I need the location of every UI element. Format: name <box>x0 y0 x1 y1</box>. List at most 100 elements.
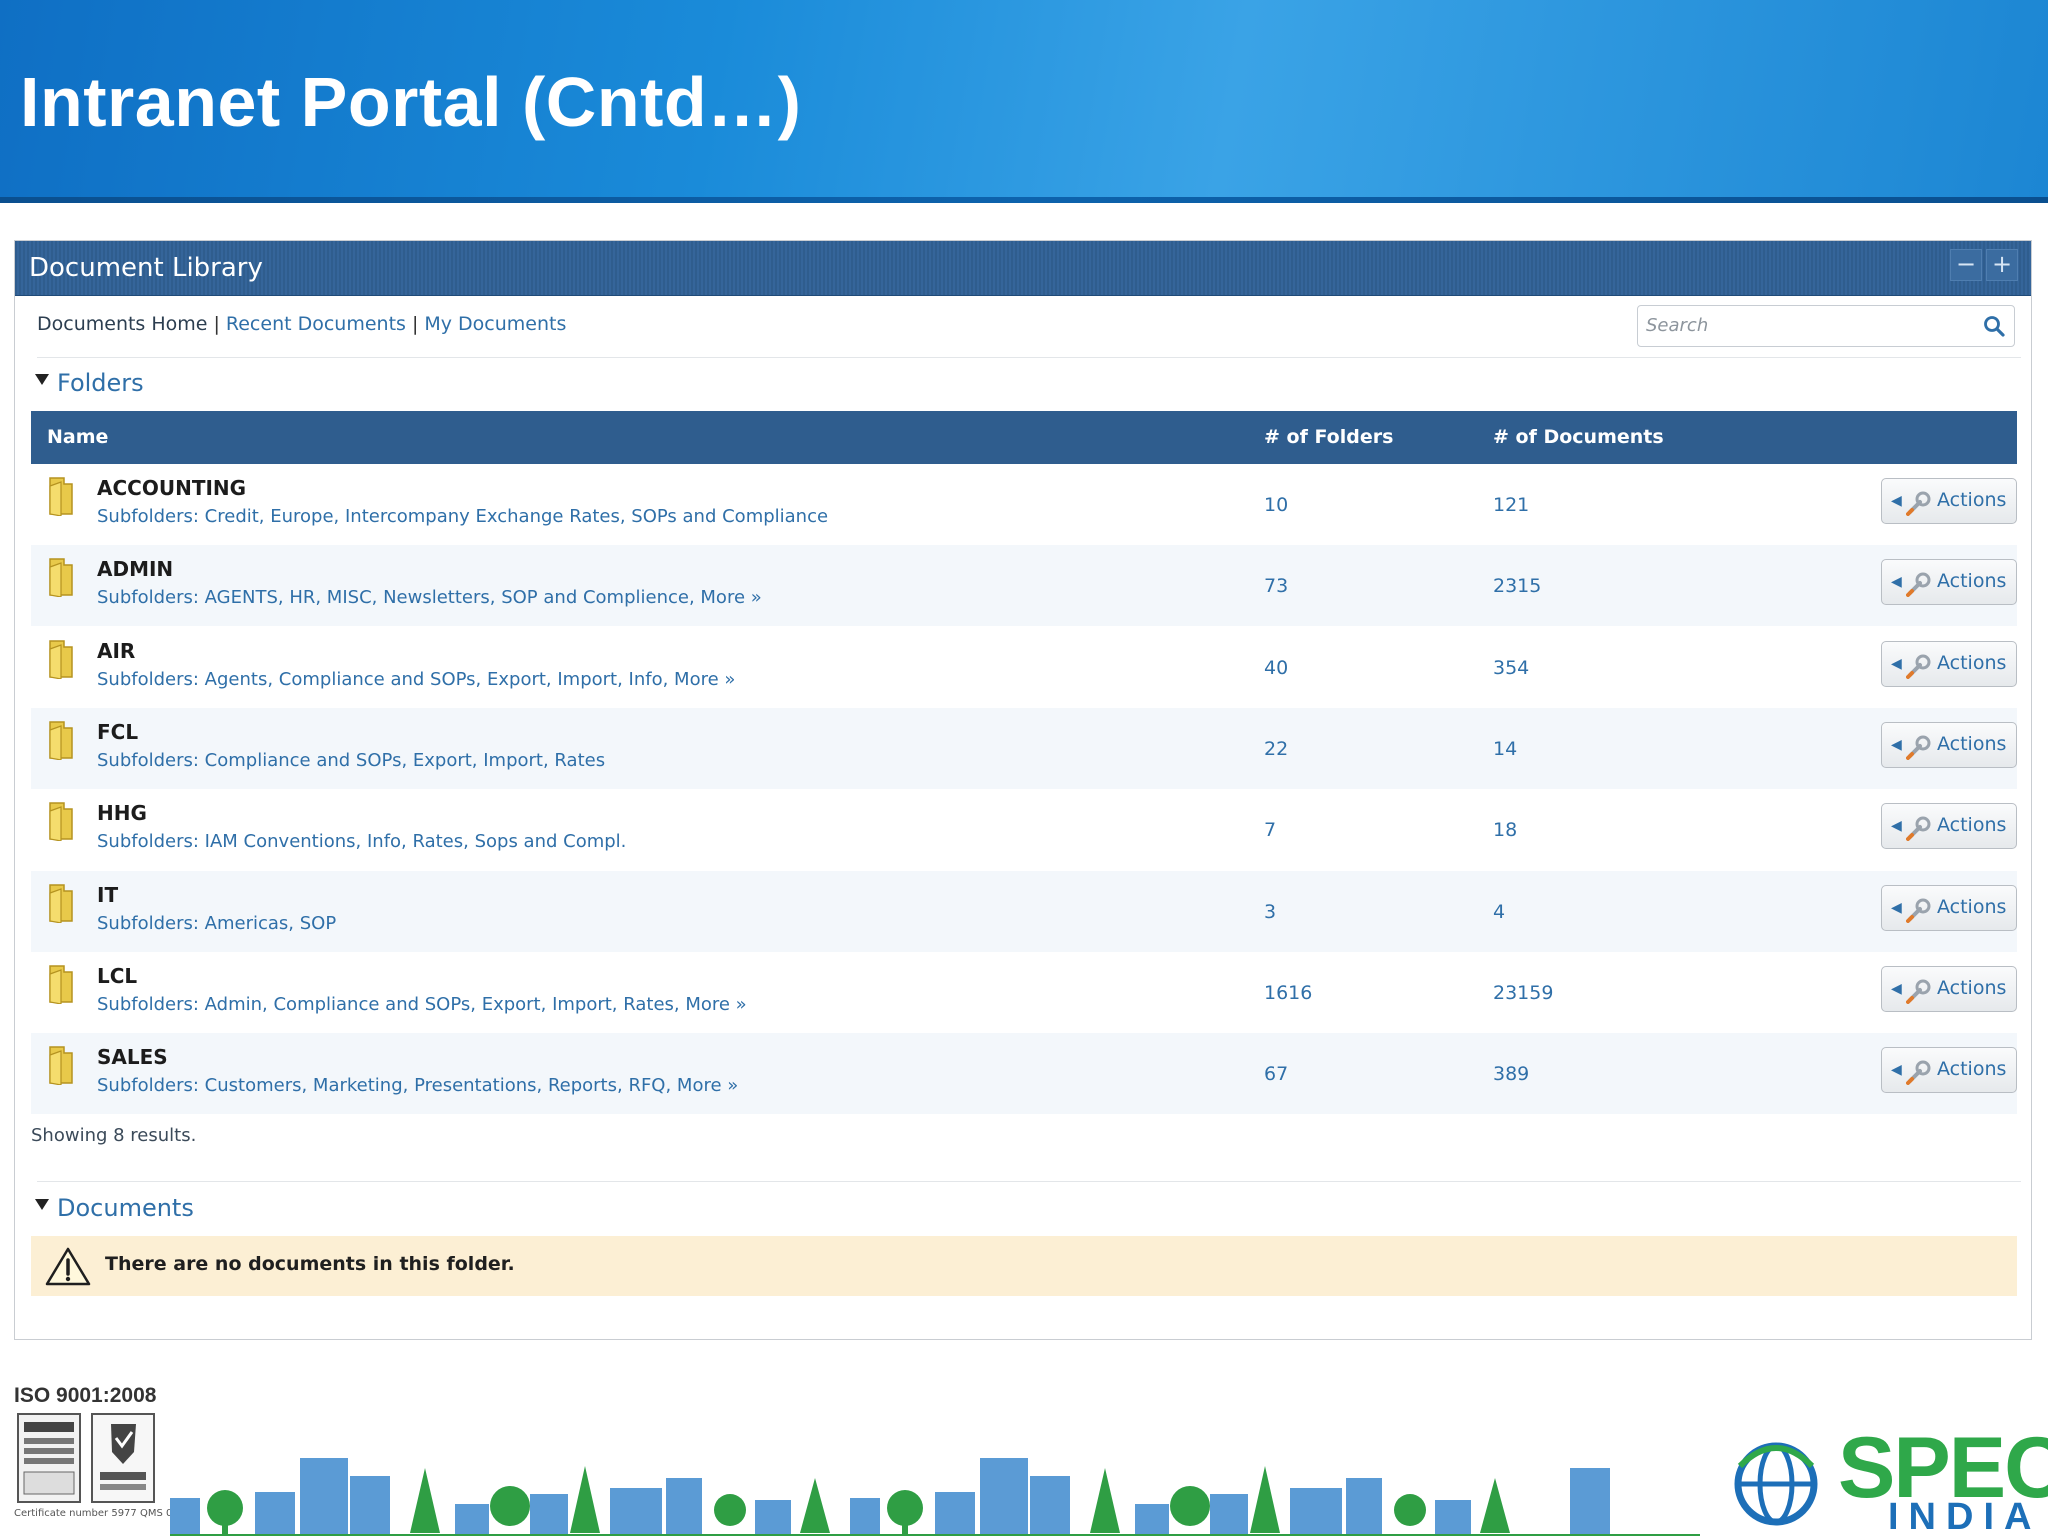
subfolders-list[interactable]: Subfolders: Agents, Compliance and SOPs,… <box>97 669 735 690</box>
actions-button[interactable]: ◀ Actions <box>1881 559 2017 606</box>
nav-separator: | <box>411 313 419 335</box>
folder-name-link[interactable]: LCL <box>97 964 137 988</box>
document-count: 389 <box>1493 1063 1530 1086</box>
subfolders-list[interactable]: Subfolders: Americas, SOP <box>97 913 336 934</box>
caret-left-icon: ◀ <box>1891 818 1902 835</box>
folder-icon <box>49 639 73 679</box>
folder-icon <box>49 965 73 1004</box>
folders-section-toggle[interactable]: Folders <box>35 369 144 397</box>
column-header-name[interactable]: Name <box>47 426 108 448</box>
folder-name-link[interactable]: FCL <box>97 720 138 744</box>
folder-count: 67 <box>1264 1063 1289 1086</box>
empty-folder-message: There are no documents in this folder. <box>105 1253 515 1275</box>
folder-icon <box>49 1046 73 1086</box>
subfolders-list[interactable]: Subfolders: IAM Conventions, Info, Rates… <box>97 831 626 852</box>
slide-footer: ISO 9001:2008 Certificate number 5977 QM… <box>0 1376 2048 1538</box>
caret-left-icon: ◀ <box>1891 980 1902 997</box>
wrench-icon <box>1906 898 1931 923</box>
actions-button[interactable]: ◀ Actions <box>1881 803 2017 850</box>
column-header-folders[interactable]: # of Folders <box>1264 426 1393 448</box>
caret-left-icon: ◀ <box>1891 1062 1902 1079</box>
subfolders-list[interactable]: Subfolders: Compliance and SOPs, Export,… <box>97 750 605 771</box>
folder-name-link[interactable]: AIR <box>97 639 135 663</box>
caret-left-icon: ◀ <box>1891 736 1902 753</box>
document-count: 18 <box>1493 819 1518 842</box>
table-row[interactable]: FCL Subfolders: Compliance and SOPs, Expo… <box>31 707 2017 789</box>
document-count: 23159 <box>1493 981 1554 1004</box>
actions-label: Actions <box>1937 976 2007 999</box>
column-header-documents[interactable]: # of Documents <box>1493 426 1664 448</box>
folder-name-link[interactable]: IT <box>97 883 118 907</box>
caret-left-icon: ◀ <box>1891 899 1902 916</box>
actions-label: Actions <box>1937 489 2007 511</box>
nav-separator: | <box>213 313 220 335</box>
document-count: 2315 <box>1493 575 1542 598</box>
folder-icon <box>49 477 73 516</box>
table-row[interactable]: HHG Subfolders: IAM Conventions, Info, Ra… <box>31 789 2017 870</box>
collapse-triangle-icon <box>35 1199 49 1210</box>
wrench-icon <box>1906 816 1931 842</box>
actions-button[interactable]: ◀ Actions <box>1881 640 2017 687</box>
certificate-number: Certificate number 5977 QMS 001 <box>14 1508 186 1519</box>
subfolders-list[interactable]: Subfolders: Customers, Marketing, Presen… <box>97 1075 738 1096</box>
actions-button[interactable]: ◀ Actions <box>1881 478 2017 524</box>
folder-name-link[interactable]: HHG <box>97 801 147 825</box>
brand-logo-subtext: INDIA <box>1888 1496 2042 1538</box>
subfolders-list[interactable]: Subfolders: Admin, Compliance and SOPs, … <box>97 994 747 1015</box>
subfolders-list[interactable]: Subfolders: Credit, Europe, Intercompany… <box>97 506 828 527</box>
collapse-triangle-icon <box>35 374 49 385</box>
table-row[interactable]: ACCOUNTING Subfolders: Credit, Europe, In… <box>31 464 2017 545</box>
documents-section-toggle[interactable]: Documents <box>35 1194 194 1222</box>
folder-name-link[interactable]: ADMIN <box>97 557 173 581</box>
warning-icon <box>45 1247 91 1286</box>
folder-count: 3 <box>1264 900 1277 923</box>
panel-header: Document Library − + <box>15 241 2031 296</box>
search-icon[interactable] <box>1982 314 2006 338</box>
divider <box>37 357 2021 358</box>
actions-label: Actions <box>1937 895 2007 918</box>
folders-section-title: Folders <box>57 369 144 397</box>
actions-label: Actions <box>1937 1058 2007 1081</box>
folder-icon <box>49 558 73 598</box>
wrench-icon <box>1906 1060 1931 1086</box>
caret-left-icon: ◀ <box>1891 655 1902 672</box>
folders-table-header: Name # of Folders # of Documents <box>31 411 2017 464</box>
table-row[interactable]: ADMIN Subfolders: AGENTS, HR, MISC, Newsl… <box>31 545 2017 627</box>
folder-name-link[interactable]: SALES <box>97 1045 168 1069</box>
document-count: 14 <box>1493 737 1518 760</box>
empty-folder-alert: There are no documents in this folder. <box>31 1236 2017 1296</box>
minimize-button[interactable]: − <box>1950 249 1982 281</box>
slide-title: Intranet Portal (Cntd…) <box>20 63 802 141</box>
results-count: Showing 8 results. <box>31 1125 197 1146</box>
recent-documents-link[interactable]: Recent Documents <box>226 313 406 335</box>
iso-label: ISO 9001:2008 <box>14 1384 157 1407</box>
table-row[interactable]: SALES Subfolders: Customers, Marketing, P… <box>31 1033 2017 1115</box>
actions-button[interactable]: ◀ Actions <box>1881 721 2017 768</box>
search-input[interactable]: Search <box>1637 305 2015 347</box>
table-row[interactable]: LCL Subfolders: Admin, Compliance and SOP… <box>31 952 2017 1033</box>
subfolders-list[interactable]: Subfolders: AGENTS, HR, MISC, Newsletter… <box>97 587 762 608</box>
actions-button[interactable]: ◀ Actions <box>1881 884 2017 931</box>
folder-count: 73 <box>1264 575 1289 598</box>
table-row[interactable]: AIR Subfolders: Agents, Compliance and SO… <box>31 627 2017 708</box>
actions-label: Actions <box>1937 814 2007 837</box>
actions-button[interactable]: ◀ Actions <box>1881 1047 2017 1094</box>
folder-count: 1616 <box>1264 981 1313 1004</box>
certification-seal-icon <box>17 1413 155 1503</box>
my-documents-link[interactable]: My Documents <box>424 313 566 335</box>
folder-icon <box>49 721 73 760</box>
expand-button[interactable]: + <box>1986 249 2018 281</box>
folder-count: 10 <box>1264 494 1289 516</box>
documents-home-link[interactable]: Documents Home <box>37 313 207 335</box>
actions-button[interactable]: ◀ Actions <box>1881 965 2017 1012</box>
caret-left-icon: ◀ <box>1891 493 1902 509</box>
panel-title: Document Library <box>29 253 263 283</box>
wrench-icon <box>1906 735 1931 760</box>
folder-name-link[interactable]: ACCOUNTING <box>97 476 246 500</box>
folder-icon <box>49 883 73 923</box>
actions-label: Actions <box>1937 732 2007 755</box>
folder-icon <box>49 802 73 842</box>
table-row[interactable]: IT Subfolders: Americas, SOP 3 4 ◀ Actions <box>31 870 2017 952</box>
document-library-panel: Document Library − + Documents Home | Rece… <box>14 240 2032 1340</box>
document-count: 354 <box>1493 656 1530 679</box>
